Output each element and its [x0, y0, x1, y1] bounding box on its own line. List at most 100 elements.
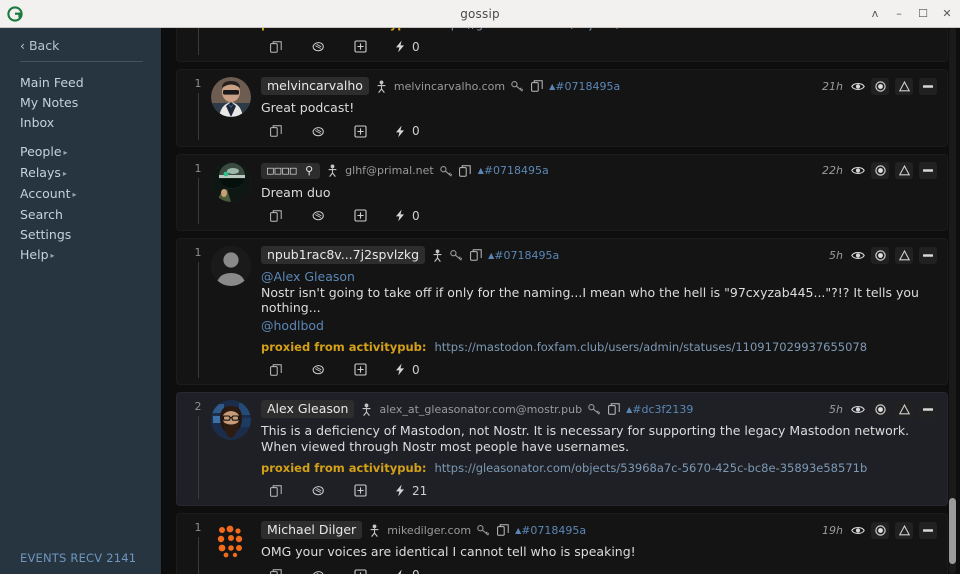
feed-post[interactable]: 1 □□□□ ⚲ glhf@primal.net ▲#0718495a 22h Dream… — [176, 153, 948, 231]
event-id-link[interactable]: ▲#0718495a — [488, 249, 559, 262]
avatar[interactable] — [211, 246, 251, 286]
repost-icon[interactable] — [353, 484, 367, 498]
delta-icon[interactable] — [895, 246, 913, 264]
zap-button[interactable]: 21 — [395, 484, 427, 498]
copy-icon[interactable] — [269, 363, 283, 377]
event-id-link[interactable]: ▲#0718495a — [549, 80, 620, 93]
author-name[interactable]: npub1rac8v...7j2spvlzkg — [261, 246, 426, 264]
repost-icon[interactable] — [353, 40, 367, 54]
reply-icon[interactable] — [311, 363, 325, 377]
thread-line — [197, 28, 199, 55]
sidebar-item-label: Account — [20, 185, 71, 201]
post-text: Nostr isn't going to take off if only fo… — [261, 284, 919, 316]
event-id-link[interactable]: ▲#dc3f2139 — [626, 403, 693, 416]
copy-icon[interactable] — [269, 209, 283, 223]
feed-posts: proxied from activitypub: https://gleason… — [176, 28, 948, 574]
post-header: Michael Dilger mikedilger.com ▲#0718495a 19… — [261, 520, 937, 540]
record-icon[interactable] — [871, 162, 889, 179]
reply-icon[interactable] — [311, 124, 325, 138]
zap-count: 0 — [412, 124, 420, 138]
maximize-button[interactable]: ☐ — [916, 6, 930, 22]
reply-icon[interactable] — [311, 40, 325, 54]
author-name[interactable]: □□□□ ⚲ — [261, 162, 321, 179]
zap-count: 21 — [412, 483, 428, 498]
sidebar-item-relays[interactable]: Relays ▸ — [0, 162, 161, 183]
avatar[interactable] — [211, 77, 251, 117]
thread-line — [197, 537, 199, 574]
repost-icon[interactable] — [353, 568, 367, 574]
copy-icon[interactable] — [269, 484, 283, 498]
copy-icon[interactable] — [269, 40, 283, 54]
record-icon[interactable] — [871, 246, 889, 264]
repost-icon[interactable] — [353, 363, 367, 377]
copy-icon[interactable] — [269, 124, 283, 138]
avatar-column — [211, 76, 259, 140]
zap-button[interactable]: 0 — [395, 568, 420, 574]
sidebar-item-search[interactable]: Search — [0, 204, 161, 224]
post-age: 5h — [829, 402, 843, 416]
proxied-url-link[interactable]: https://mastodon.foxfam.club/users/admin… — [434, 340, 867, 354]
reply-icon[interactable] — [311, 209, 325, 223]
sidebar-item-inbox[interactable]: Inbox — [0, 112, 161, 132]
avatar[interactable] — [211, 521, 251, 561]
mention-link[interactable]: @hodlbod — [261, 318, 324, 333]
zap-button[interactable]: 0 — [395, 124, 420, 138]
zap-button[interactable]: 0 — [395, 363, 420, 377]
menu-icon[interactable] — [919, 162, 937, 179]
eye-icon — [851, 248, 865, 262]
author-name[interactable]: Michael Dilger — [261, 521, 363, 539]
event-id-link[interactable]: ▲#0718495a — [478, 164, 549, 177]
reply-icon[interactable] — [311, 568, 325, 574]
repost-icon[interactable] — [353, 124, 367, 138]
post-body: npub1rac8v...7j2spvlzkg ▲#0718495a 5h @Alex… — [259, 245, 937, 378]
feed-scrollbar[interactable] — [949, 28, 956, 574]
feed-post[interactable]: 1 Michael Dilger mikedilger.com ▲#0718495a 1… — [176, 513, 948, 574]
author-name[interactable]: melvincarvalho — [261, 77, 369, 95]
shade-button[interactable]: ʌ — [868, 6, 882, 22]
menu-icon[interactable] — [919, 77, 937, 95]
zap-button[interactable]: 0 — [395, 40, 420, 54]
feed-scrollbar-thumb[interactable] — [949, 498, 956, 564]
key-icon — [588, 403, 601, 416]
feed-list[interactable]: proxied from activitypub: https://gleason… — [162, 28, 960, 574]
menu-icon[interactable] — [919, 521, 937, 539]
proxied-url-link[interactable]: https://gleasonator.com/objects/908d80ec… — [434, 28, 868, 31]
menu-icon[interactable] — [919, 400, 937, 418]
post-mention-top[interactable]: @Alex Gleason — [261, 265, 937, 285]
record-icon[interactable] — [871, 77, 889, 95]
copy-icon[interactable] — [269, 568, 283, 574]
delta-icon[interactable] — [895, 162, 913, 179]
key-icon — [450, 249, 463, 262]
record-icon[interactable] — [871, 521, 889, 539]
sidebar-item-help[interactable]: Help ▸ — [0, 244, 161, 265]
sidebar-item-account[interactable]: Account ▸ — [0, 183, 161, 204]
repost-icon[interactable] — [353, 209, 367, 223]
feed-post[interactable]: 1 melvincarvalho melvincarvalho.com ▲#07184… — [176, 69, 948, 147]
menu-icon[interactable] — [919, 246, 937, 264]
author-name[interactable]: Alex Gleason — [261, 400, 355, 418]
delta-icon[interactable] — [895, 521, 913, 539]
sidebar-item-settings[interactable]: Settings — [0, 224, 161, 244]
back-button[interactable]: ‹ Back — [0, 28, 161, 60]
sidebar-item-my-notes[interactable]: My Notes — [0, 92, 161, 112]
post-mention-bottom[interactable]: @hodlbod — [261, 318, 937, 336]
sidebar-item-people[interactable]: People ▸ — [0, 141, 161, 162]
delta-icon[interactable] — [895, 77, 913, 95]
zap-count: 0 — [412, 208, 420, 223]
feed-post[interactable]: 1 npub1rac8v...7j2spvlzkg ▲#0718495a 5h @Ale… — [176, 238, 948, 385]
delta-icon[interactable] — [895, 400, 913, 418]
close-button[interactable]: ✕ — [940, 6, 954, 22]
reply-icon[interactable] — [311, 484, 325, 498]
avatar[interactable] — [211, 161, 251, 202]
feed-post[interactable]: 2 Alex Gleason alex_at_gleasonator.com@mos… — [176, 392, 948, 506]
zap-button[interactable]: 0 — [395, 209, 420, 223]
feed-post[interactable]: proxied from activitypub: https://gleason… — [176, 28, 948, 62]
event-id-link[interactable]: ▲#0718495a — [515, 524, 586, 537]
sidebar-item-main-feed[interactable]: Main Feed — [0, 72, 161, 92]
proxied-url-link[interactable]: https://gleasonator.com/objects/53968a7c… — [434, 461, 867, 475]
event-id-text: #dc3f2139 — [632, 402, 694, 416]
avatar[interactable] — [211, 400, 251, 440]
minimize-button[interactable]: – — [892, 6, 906, 22]
record-icon[interactable] — [871, 400, 889, 418]
mention-link[interactable]: @Alex Gleason — [261, 269, 355, 284]
